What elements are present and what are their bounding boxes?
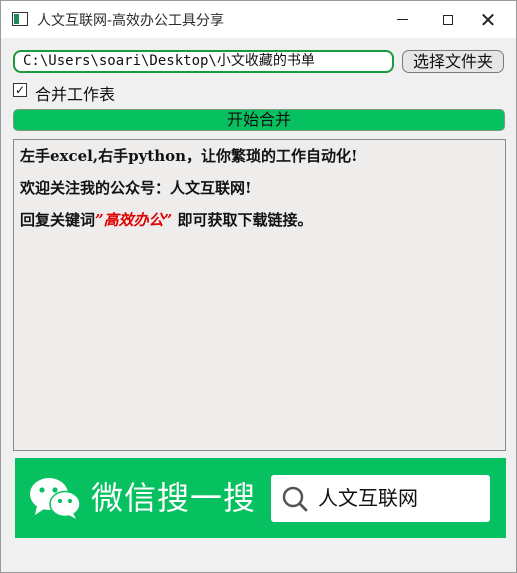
minimize-icon: [396, 19, 408, 20]
close-icon: ✕: [479, 7, 497, 32]
title-bar: 人文互联网-高效办公工具分享 ✕: [1, 1, 516, 38]
wechat-search-box: 人文互联网: [271, 475, 490, 522]
log-line: 回复关键词”高效办公” 即可获取下载链接。: [20, 208, 499, 240]
app-icon: [12, 12, 28, 26]
log-line: 欢迎关注我的公众号：人文互联网!: [20, 179, 252, 197]
minimize-button[interactable]: [379, 1, 425, 38]
wechat-search-slogan: 微信搜一搜: [91, 479, 257, 517]
keyword-highlight: ”高效办公”: [95, 211, 173, 229]
maximize-icon: [443, 14, 453, 25]
wechat-icon: [30, 478, 81, 519]
search-icon: [282, 486, 308, 512]
start-merge-button[interactable]: 开始合并: [13, 109, 505, 131]
wechat-search-term: 人文互联网: [318, 486, 418, 510]
window-title: 人文互联网-高效办公工具分享: [37, 13, 225, 29]
merge-worksheets-checkbox[interactable]: ✓: [13, 83, 27, 97]
log-line-prefix: 回复关键词: [20, 211, 96, 229]
log-output[interactable]: 左手excel,右手python，让你繁琐的工作自动化! 欢迎关注我的公众号：人…: [13, 139, 506, 451]
merge-worksheets-label[interactable]: 合并工作表: [35, 81, 115, 105]
folder-path-input[interactable]: C:\Users\soari\Desktop\小文收藏的书单: [13, 50, 394, 73]
log-line-suffix: 即可获取下载链接。: [172, 211, 313, 229]
choose-folder-button[interactable]: 选择文件夹: [402, 50, 504, 73]
wechat-search-banner: 微信搜一搜 人文互联网: [15, 458, 506, 538]
log-line: 左手excel,右手python，让你繁琐的工作自动化!: [20, 147, 358, 165]
app-window: 人文互联网-高效办公工具分享 ✕ C:\Users\soari\Desktop\…: [0, 0, 517, 573]
close-button[interactable]: ✕: [465, 1, 511, 38]
